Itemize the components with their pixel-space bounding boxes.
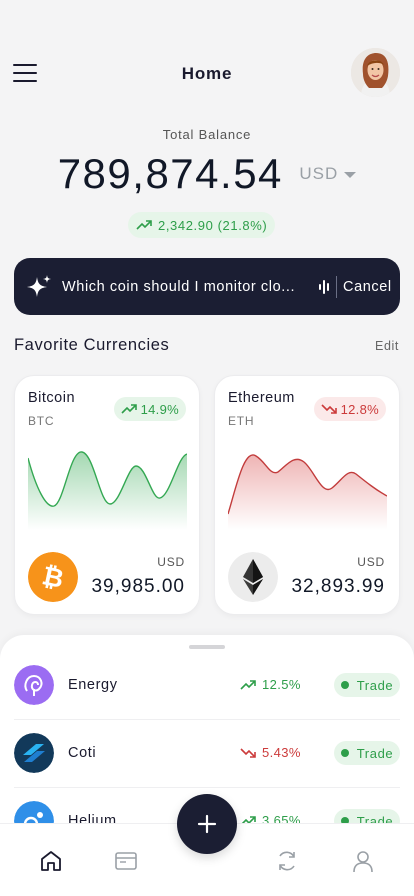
cancel-button[interactable]: Cancel (343, 279, 392, 295)
chevron-down-icon (344, 171, 357, 178)
ethereum-icon (228, 552, 278, 602)
trade-label: Trade (356, 745, 394, 761)
card-change-badge: 12.8% (313, 397, 386, 421)
card-value: 39,985.00 (91, 576, 185, 597)
card-symbol: BTC (28, 414, 55, 428)
card-currency: USD (157, 555, 185, 569)
edit-favorites-button[interactable]: Edit (375, 339, 399, 353)
avatar[interactable] (351, 48, 400, 97)
card-name: Bitcoin (28, 390, 76, 406)
currency-card-bitcoin[interactable]: Bitcoin BTC 14.9% ₿ USD 39,985.00 (14, 375, 200, 615)
energy-icon (14, 665, 54, 705)
avatar-image (351, 48, 400, 97)
balance-row: 789,874.54 USD (0, 150, 414, 198)
trade-label: Trade (356, 677, 394, 693)
trend-up-icon (136, 220, 152, 230)
asset-change-text: 5.43% (262, 745, 301, 760)
divider (336, 275, 337, 298)
list-item-energy[interactable]: Energy 12.5% Trade (0, 651, 414, 719)
favorites-title: Favorite Currencies (14, 336, 170, 354)
assistant-prompt-text[interactable]: Which coin should I monitor clo... (62, 279, 312, 295)
currency-card-ethereum[interactable]: Ethereum ETH 12.8% USD 32,893.99 (214, 375, 400, 615)
card-name: Ethereum (228, 390, 295, 406)
status-dot (340, 749, 349, 757)
trend-up-icon (240, 679, 256, 690)
total-balance-label: Total Balance (162, 127, 252, 142)
asset-change: 5.43% (240, 745, 301, 760)
card-currency: USD (357, 555, 385, 569)
bitcoin-icon: ₿ (28, 552, 78, 602)
asset-name: Coti (68, 745, 97, 761)
balance-change-text: 2,342.90 (21.8%) (158, 217, 268, 233)
profile-icon[interactable] (350, 848, 376, 874)
currency-dropdown[interactable]: USD (299, 164, 357, 184)
card-change-badge: 14.9% (113, 397, 186, 421)
wallet-icon[interactable] (113, 848, 139, 874)
card-change-text: 12.8% (340, 401, 379, 417)
balance-change-badge: 2,342.90 (21.8%) (128, 212, 276, 238)
drag-handle[interactable] (189, 645, 225, 649)
balance-amount: 789,874.54 (57, 150, 283, 197)
card-value: 32,893.99 (291, 576, 385, 597)
trend-up-icon (121, 404, 137, 414)
top-header: Home (0, 48, 414, 100)
trend-down-icon (321, 404, 337, 414)
add-icon (197, 814, 217, 834)
home-icon[interactable] (38, 848, 64, 874)
add-button[interactable] (177, 794, 237, 854)
voice-wave-icon[interactable] (318, 279, 332, 295)
bitcoin-sparkline (28, 451, 187, 530)
exchange-icon[interactable] (274, 848, 300, 874)
card-change-text: 14.9% (140, 401, 179, 417)
trade-button[interactable]: Trade (334, 673, 400, 697)
asset-name: Energy (68, 677, 118, 693)
trade-button[interactable]: Trade (334, 741, 400, 765)
status-dot (340, 681, 349, 689)
sparkle-icon (27, 274, 51, 297)
currency-label: USD (299, 164, 339, 183)
assistant-bar[interactable]: Which coin should I monitor clo... Cance… (14, 258, 400, 315)
trend-down-icon (240, 747, 256, 758)
ethereum-sparkline (228, 454, 387, 530)
list-item-coti[interactable]: Coti 5.43% Trade (0, 719, 414, 787)
coti-icon (14, 733, 54, 773)
card-symbol: ETH (228, 414, 255, 428)
asset-change: 12.5% (240, 677, 301, 692)
asset-change-text: 12.5% (262, 677, 301, 692)
